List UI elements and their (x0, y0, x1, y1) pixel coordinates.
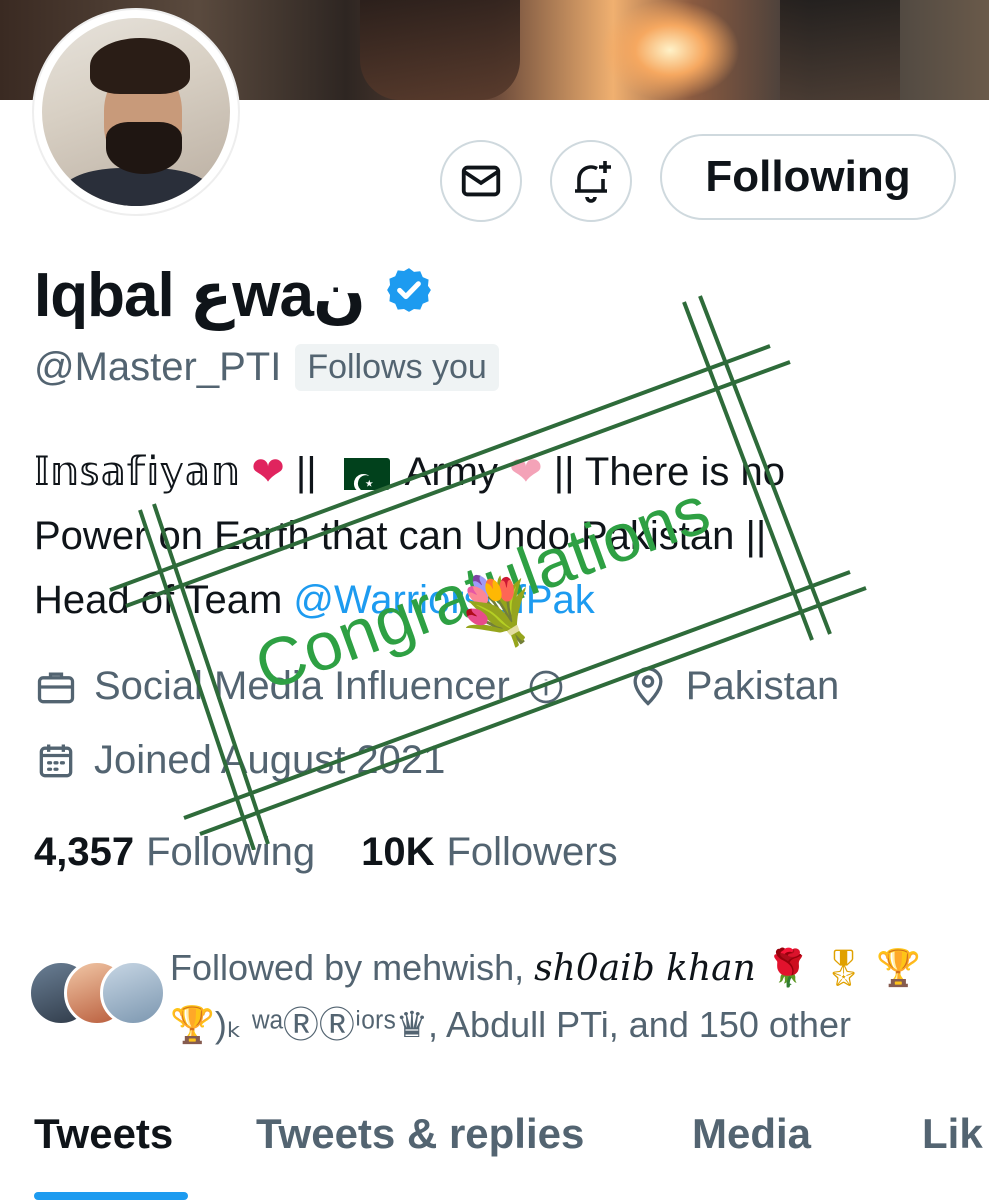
pakistan-flag-icon (333, 452, 390, 516)
follows-you-badge: Follows you (295, 344, 499, 391)
followed-by-text[interactable]: Followed by mehwish, sh0aib khan 🌹 🎖 🏆 🏆… (170, 940, 970, 1053)
profession-item: Social Media Influencer (34, 664, 566, 709)
joined-item: Joined August 2021 (34, 738, 445, 783)
notifications-button[interactable] (550, 140, 632, 222)
bouquet-icon: 💐 (456, 575, 536, 647)
trophy-icon: 🏆 (170, 1004, 215, 1045)
joined-row: Joined August 2021 (34, 738, 505, 783)
followers-stat[interactable]: 10K Followers (361, 830, 618, 875)
tab-tweets[interactable]: Tweets (34, 1110, 173, 1158)
rose-icon: 🌹 (765, 947, 811, 988)
location-pin-icon (633, 666, 663, 706)
following-stat[interactable]: 4,357 Following (34, 830, 315, 875)
banner-figure (360, 0, 520, 100)
message-button[interactable] (440, 140, 522, 222)
calendar-icon (39, 744, 73, 777)
info-icon[interactable] (526, 667, 566, 707)
bio-line: 𝕀𝕟𝕤𝕒𝕗𝕚𝕪𝕒𝕟 ❤ || Army ❤ || There is no (34, 440, 934, 516)
followed-by-avatars[interactable] (28, 960, 166, 1030)
location-item: Pakistan (626, 664, 839, 709)
handle-row: @Master_PTI Follows you (34, 344, 499, 391)
profile-meta: Social Media Influencer Pakistan (34, 664, 899, 709)
profile-tabs: Tweets Tweets & replies Media Lik (0, 1110, 989, 1200)
avatar[interactable] (42, 18, 230, 206)
follow-stats: 4,357 Following 10K Followers (34, 830, 664, 875)
briefcase-icon (37, 672, 75, 703)
team-mention-link[interactable]: @WarriorsOfPak (293, 578, 594, 622)
tab-likes[interactable]: Lik (922, 1110, 983, 1158)
avatar (100, 960, 166, 1026)
bell-plus-icon (575, 161, 611, 203)
mail-icon (461, 165, 501, 197)
user-handle: @Master_PTI (34, 345, 282, 389)
banner-figure (780, 0, 900, 100)
banner-fire (600, 0, 740, 100)
verified-badge-icon[interactable] (384, 259, 434, 330)
following-button[interactable]: Following (660, 134, 956, 220)
medal-icon: 🎖 (820, 947, 867, 988)
profile-name: Iqbal ﻉwaﻥ (34, 258, 434, 331)
pink-heart-icon: ❤ (509, 450, 543, 494)
active-tab-indicator (34, 1192, 188, 1200)
tab-tweets-replies[interactable]: Tweets & replies (256, 1110, 584, 1158)
trophy-icon: 🏆 (876, 947, 922, 988)
red-heart-icon: ❤ (251, 450, 285, 494)
bio-line: Power on Earth that can Undo Pakistan || (34, 514, 767, 558)
tab-media[interactable]: Media (692, 1110, 811, 1158)
display-name: Iqbal ﻉwaﻥ (34, 261, 367, 330)
